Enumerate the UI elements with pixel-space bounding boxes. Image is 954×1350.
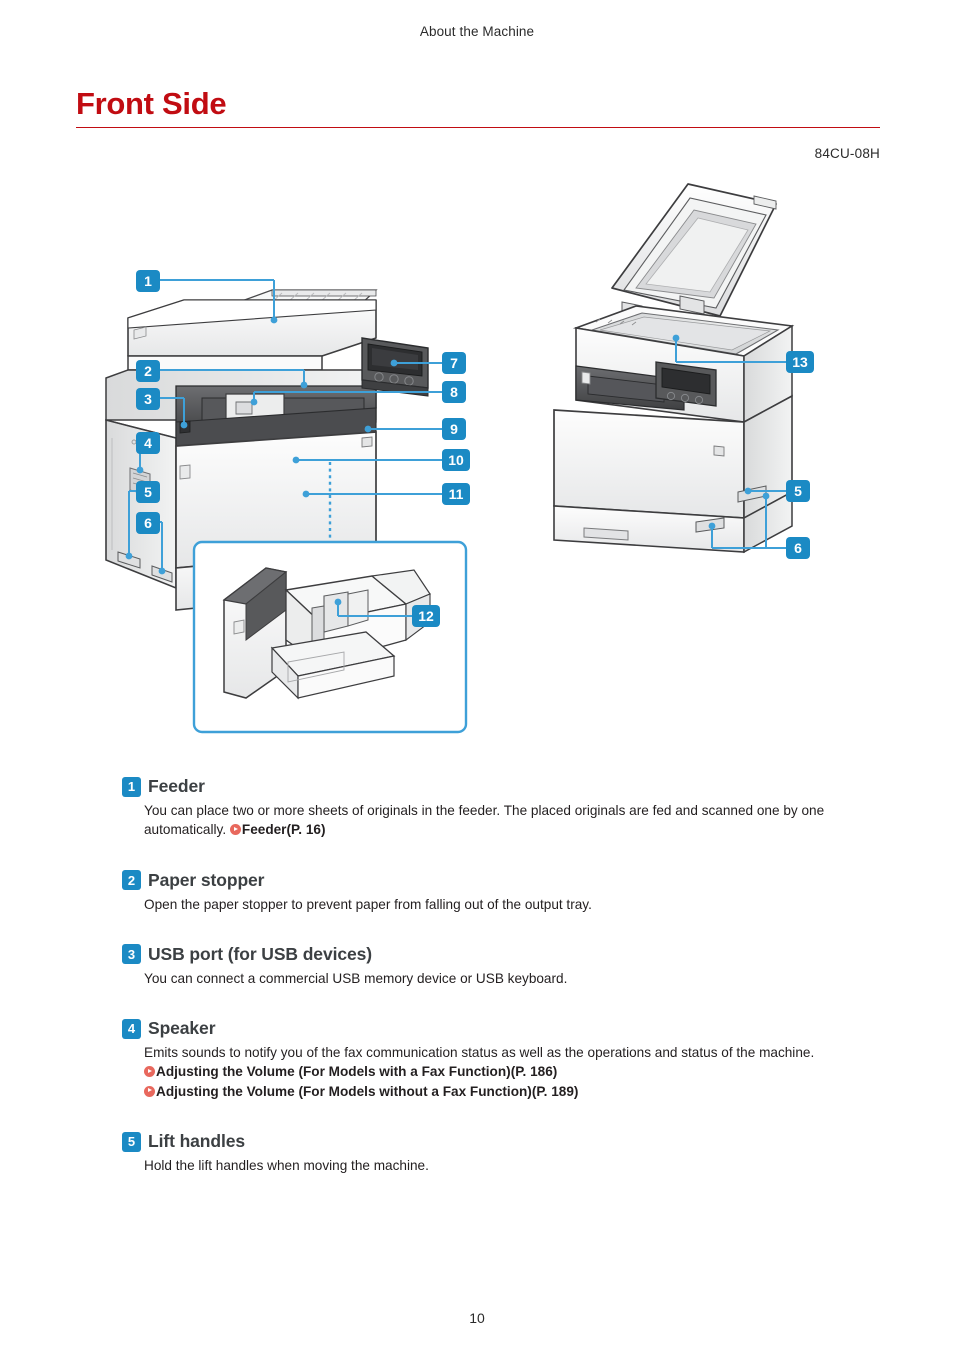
description-item-lift-handles: 5 Lift handles Hold the lift handles whe… [122, 1131, 882, 1175]
description-text: Emits sounds to notify you of the fax co… [144, 1045, 815, 1061]
callout-badge-7: 7 [442, 352, 466, 374]
callout-badge-4: 4 [136, 432, 160, 454]
callout-badge-6-right: 6 [786, 537, 810, 559]
description-body: You can place two or more sheets of orig… [144, 801, 882, 840]
control-panel [361, 337, 429, 397]
description-item-usb-port: 3 USB port (for USB devices) You can con… [122, 944, 882, 988]
description-body: Emits sounds to notify you of the fax co… [144, 1043, 882, 1101]
callout-badge-13: 13 [786, 351, 814, 373]
description-body: Open the paper stopper to prevent paper … [144, 895, 882, 914]
front-side-figure: 1 2 3 4 5 6 7 8 9 10 11 12 13 5 6 [76, 170, 880, 750]
description-text: You can connect a commercial USB memory … [144, 970, 568, 986]
link-arrow-icon [144, 1066, 155, 1078]
number-badge: 3 [122, 944, 141, 965]
svg-text:1: 1 [144, 273, 152, 289]
description-text: Hold the lift handles when moving the ma… [144, 1158, 429, 1174]
callout-badge-8: 8 [442, 381, 466, 403]
callout-badge-11: 11 [442, 483, 470, 505]
multi-purpose-tray-inset [192, 540, 468, 734]
cross-reference-label: Adjusting the Volume (For Models without… [156, 1083, 579, 1099]
svg-text:13: 13 [792, 354, 808, 370]
description-title: Lift handles [148, 1131, 245, 1152]
description-item-speaker: 4 Speaker Emits sounds to notify you of … [122, 1018, 882, 1101]
svg-text:11: 11 [449, 486, 464, 502]
svg-text:10: 10 [448, 452, 464, 468]
description-heading: 4 Speaker [122, 1018, 882, 1039]
page-number: 10 [469, 1310, 485, 1326]
callout-badge-3: 3 [136, 388, 160, 410]
number-badge: 5 [122, 1131, 141, 1152]
cross-reference-link[interactable]: Feeder(P. 16) [229, 822, 326, 838]
cross-reference-label: Feeder(P. 16) [241, 822, 326, 838]
title-rule [76, 126, 880, 128]
svg-text:4: 4 [144, 435, 152, 451]
svg-text:6: 6 [144, 515, 152, 531]
page-title: Front Side [76, 86, 227, 121]
svg-text:6: 6 [794, 540, 802, 556]
description-body: You can connect a commercial USB memory … [144, 969, 882, 988]
callout-badge-5-left: 5 [136, 481, 160, 503]
description-title: Feeder [148, 776, 205, 796]
title-block: Front Side [76, 86, 880, 128]
svg-text:5: 5 [794, 483, 802, 499]
callout-badge-2: 2 [136, 360, 160, 382]
component-description-list: 1 Feeder You can place two or more sheet… [122, 776, 882, 1175]
document-code: 84CU-08H [814, 146, 880, 161]
description-heading: 3 USB port (for USB devices) [122, 944, 882, 965]
callout-badge-10: 10 [442, 449, 470, 471]
description-heading: 5 Lift handles [122, 1131, 882, 1152]
svg-text:7: 7 [450, 355, 458, 371]
svg-text:9: 9 [450, 421, 458, 437]
description-title: Speaker [148, 1018, 216, 1039]
callout-badge-5-right: 5 [786, 480, 810, 502]
svg-text:3: 3 [144, 391, 152, 407]
description-title: Paper stopper [148, 869, 265, 890]
description-item-paper-stopper: 2 Paper stopper Open the paper stopper t… [122, 870, 882, 914]
description-title: USB port (for USB devices) [148, 943, 372, 964]
description-body: Hold the lift handles when moving the ma… [144, 1156, 882, 1175]
svg-text:12: 12 [418, 608, 434, 624]
callout-badge-9: 9 [442, 418, 466, 440]
number-badge: 1 [122, 776, 141, 797]
control-panel-right [655, 361, 717, 407]
link-arrow-icon [229, 824, 241, 836]
callout-badge-6-left: 6 [136, 512, 160, 534]
running-head: About the Machine [419, 24, 535, 39]
svg-text:5: 5 [144, 484, 152, 500]
cross-reference-link[interactable]: Adjusting the Volume (For Models without… [144, 1082, 882, 1101]
cross-reference-label: Adjusting the Volume (For Models with a … [156, 1064, 558, 1080]
callout-badge-1: 1 [136, 270, 160, 292]
cross-reference-link[interactable]: Adjusting the Volume (For Models with a … [144, 1062, 882, 1081]
callout-badge-12: 12 [412, 605, 440, 627]
svg-text:2: 2 [144, 363, 152, 379]
machine-scanner-open-illustration [553, 183, 795, 554]
link-arrow-icon [144, 1085, 155, 1097]
description-text: Open the paper stopper to prevent paper … [144, 896, 592, 912]
number-badge: 2 [122, 870, 141, 891]
svg-text:8: 8 [450, 384, 458, 400]
description-heading: 1 Feeder [122, 776, 882, 797]
number-badge: 4 [122, 1018, 141, 1039]
description-item-feeder: 1 Feeder You can place two or more sheet… [122, 776, 882, 840]
description-heading: 2 Paper stopper [122, 870, 882, 891]
